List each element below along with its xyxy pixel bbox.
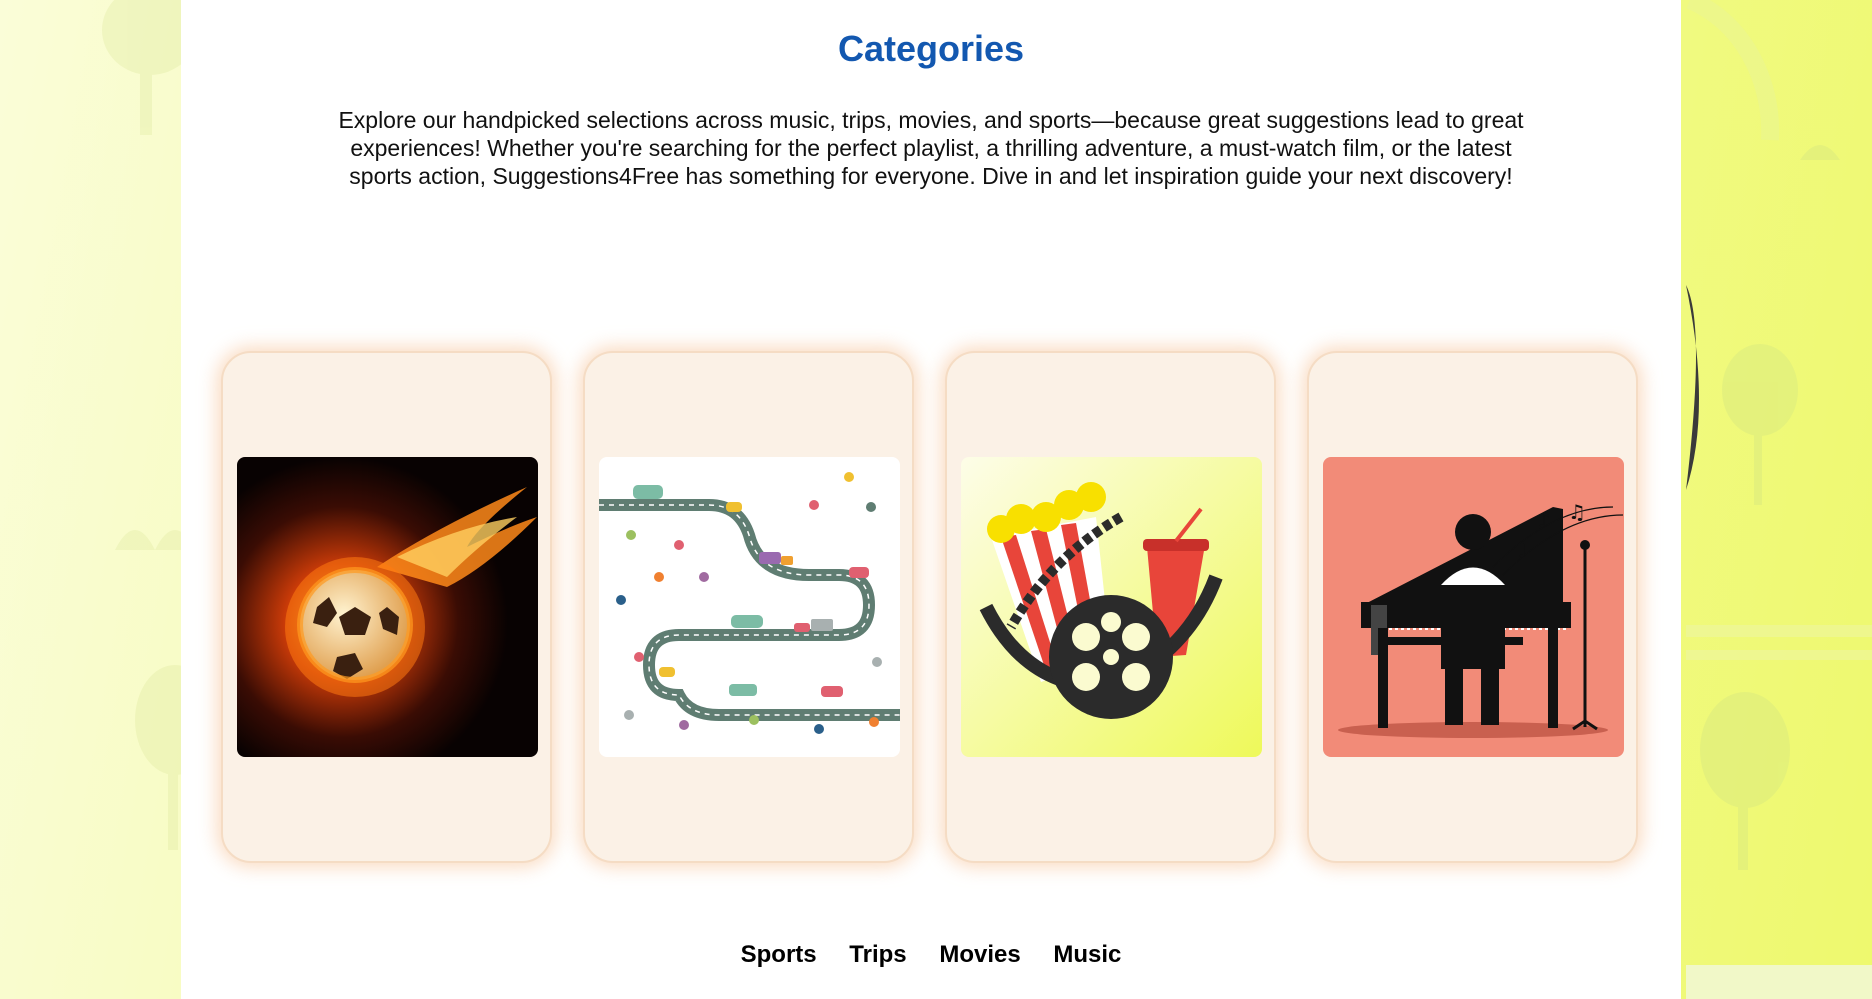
nav-link-music[interactable]: Music: [1053, 941, 1121, 968]
category-nav: Sports Trips Movies Music: [181, 941, 1681, 969]
sports-image[interactable]: [237, 457, 538, 757]
music-image[interactable]: ♪ ♫ ♩: [1323, 457, 1624, 757]
category-card-movies[interactable]: [945, 351, 1276, 863]
nav-link-sports[interactable]: Sports: [741, 941, 817, 968]
category-card-music[interactable]: ♪ ♫ ♩: [1307, 351, 1638, 863]
svg-text:♪: ♪: [1538, 508, 1551, 532]
main-panel: Categories Explore our handpicked select…: [181, 0, 1681, 999]
trips-image[interactable]: [599, 457, 900, 757]
intro-paragraph: Explore our handpicked selections across…: [338, 107, 1524, 189]
movies-image[interactable]: [961, 457, 1262, 757]
nav-link-movies[interactable]: Movies: [939, 941, 1020, 968]
svg-text:♩: ♩: [1518, 541, 1527, 562]
category-card-sports[interactable]: [221, 351, 552, 863]
nav-link-trips[interactable]: Trips: [849, 941, 906, 968]
page-title: Categories: [837, 28, 1025, 69]
svg-text:♫: ♫: [1568, 500, 1586, 524]
category-card-trips[interactable]: [583, 351, 914, 863]
